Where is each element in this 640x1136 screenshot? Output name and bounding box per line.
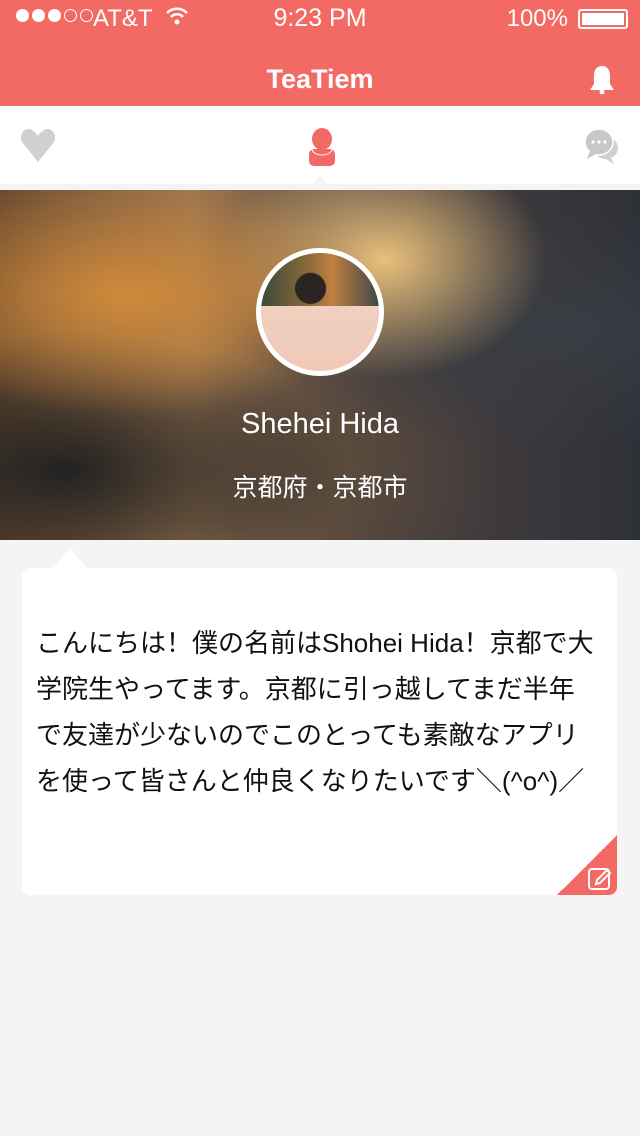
bio-text: こんにちは！僕の名前はShohei Hida！京都で大学院生やってます。京都に引… xyxy=(36,628,594,796)
profile-name: Shehei Hida xyxy=(241,408,399,440)
active-tab-indicator xyxy=(313,176,327,184)
pencil-icon xyxy=(588,868,612,890)
tab-messages-chat-icon[interactable] xyxy=(582,126,622,166)
battery-icon xyxy=(578,9,628,29)
bubble-pointer xyxy=(53,548,87,568)
tab-bar xyxy=(0,106,640,184)
app-title: TeaTiem xyxy=(266,64,374,94)
avatar[interactable] xyxy=(256,248,384,376)
profile-cover: Shehei Hida 京都府・京都市 xyxy=(0,190,640,540)
tab-profile-person-icon[interactable] xyxy=(302,128,342,168)
status-bar: AT&T 9:23 PM 100% xyxy=(0,0,640,38)
app-header: AT&T 9:23 PM 100% TeaTiem xyxy=(0,0,640,106)
edit-bio-button[interactable] xyxy=(557,835,617,895)
bell-icon[interactable] xyxy=(586,64,618,96)
bio-card: こんにちは！僕の名前はShohei Hida！京都で大学院生やってます。京都に引… xyxy=(22,568,617,895)
profile-location: 京都府・京都市 xyxy=(232,474,408,502)
tab-likes-heart-icon[interactable] xyxy=(18,126,58,166)
battery-percent: 100% xyxy=(506,5,568,32)
